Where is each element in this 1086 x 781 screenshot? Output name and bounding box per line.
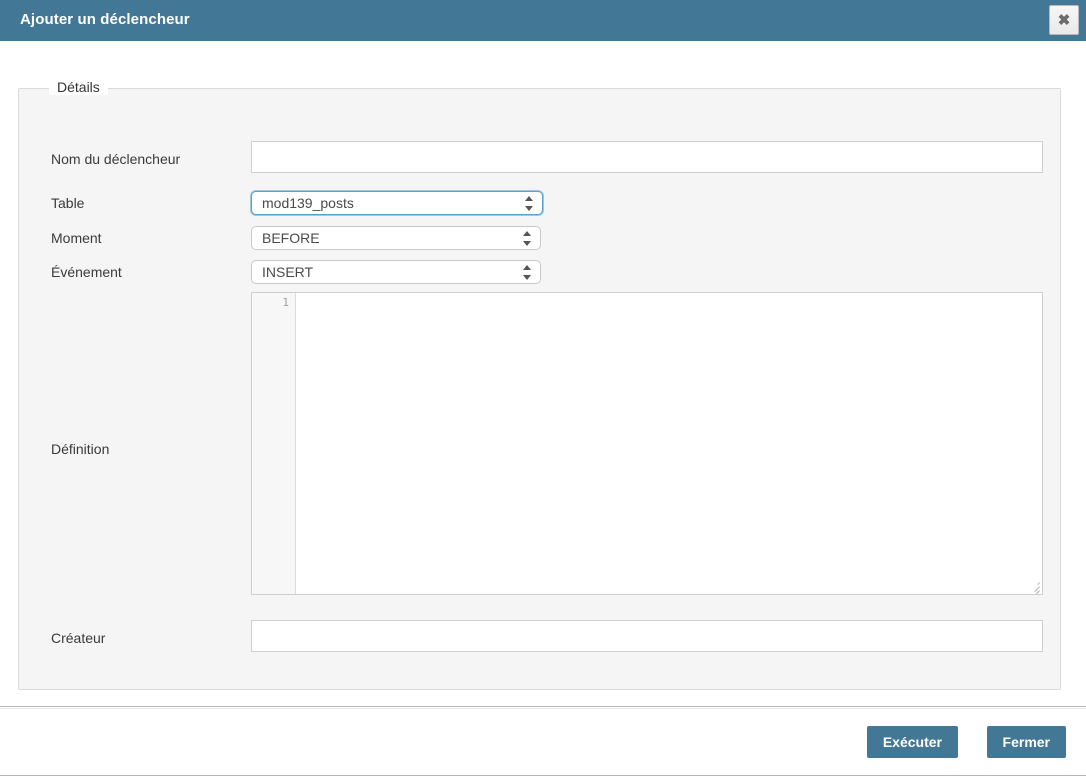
definer-label: Créateur [51,630,106,646]
event-select[interactable]: INSERT [251,260,541,284]
dialog-titlebar: Ajouter un déclencheur ✖ [0,0,1086,41]
trigger-name-input[interactable] [251,141,1043,173]
execute-button[interactable]: Exécuter [866,726,958,758]
timing-label: Moment [51,230,102,246]
definition-label: Définition [51,441,110,457]
details-fieldset: Détails Nom du déclencheur Table mod139_… [18,79,1061,690]
definition-textarea[interactable] [297,293,1042,594]
trigger-name-label: Nom du déclencheur [51,151,181,167]
bottom-separator [0,775,1086,776]
details-legend: Détails [49,79,108,95]
definer-input[interactable] [251,620,1043,652]
timing-select-wrapper: BEFORE [251,226,541,250]
footer-separator [0,706,1086,707]
timing-select[interactable]: BEFORE [251,226,541,250]
footer-separator-highlight [0,708,1086,709]
close-dialog-button[interactable]: Fermer [986,726,1066,758]
table-select[interactable]: mod139_posts [251,191,543,215]
close-icon: ✖ [1057,11,1071,29]
definition-editor[interactable]: 1 [251,292,1043,595]
table-select-wrapper: mod139_posts [251,191,543,215]
close-button[interactable]: ✖ [1049,5,1079,35]
dialog-title: Ajouter un déclencheur [20,11,190,28]
editor-gutter: 1 [252,293,296,594]
event-select-wrapper: INSERT [251,260,541,284]
event-label: Événement [51,264,122,280]
editor-line-number: 1 [282,296,289,309]
table-label: Table [51,195,85,211]
